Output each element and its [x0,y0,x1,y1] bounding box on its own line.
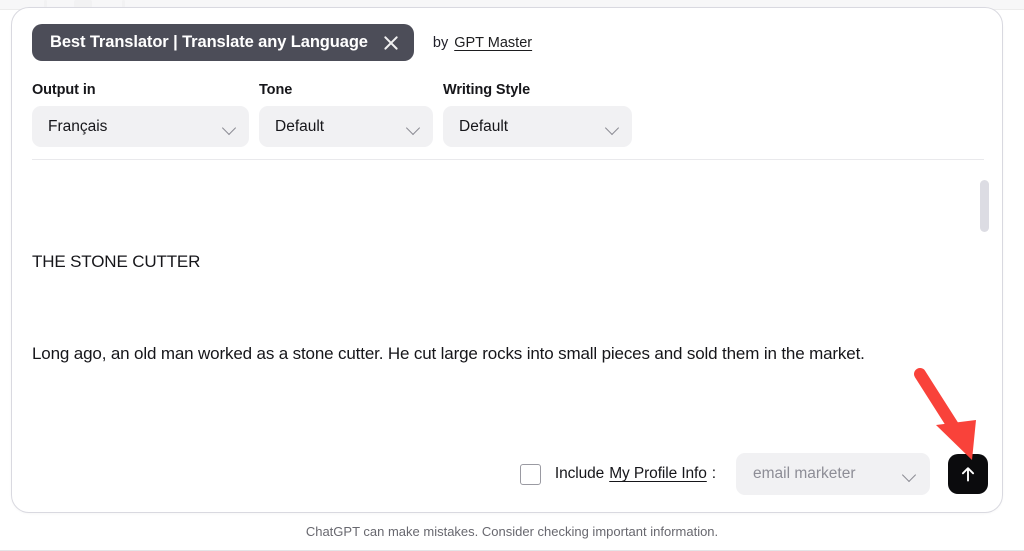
profile-role-value: email marketer [753,465,856,482]
close-icon[interactable] [382,34,400,52]
gpt-author: by GPT Master [433,35,532,51]
arrow-up-icon [961,467,975,482]
panel-divider [32,159,984,160]
chevron-down-icon [902,470,916,478]
author-link[interactable]: GPT Master [454,35,532,51]
gpt-header: Best Translator | Translate any Language… [32,24,532,61]
textarea-scrollbar[interactable] [980,180,990,440]
send-button[interactable] [948,454,988,494]
writing-style-label: Writing Style [443,82,531,98]
active-gpt-name: Best Translator | Translate any Language [50,33,368,51]
options-row: Output in Français Tone Default Writing … [32,82,632,147]
composer-bottom-bar: Include My Profile Info : email marketer [32,448,988,500]
composer-panel: Best Translator | Translate any Language… [11,7,1003,513]
chevron-down-icon [605,123,619,131]
output-language-value: Français [48,117,108,135]
tone-select[interactable]: Default [259,106,433,147]
prompt-paragraph-1: Long ago, an old man worked as a stone c… [32,343,865,363]
include-profile-checkbox[interactable] [519,463,541,485]
disclaimer-note: ChatGPT can make mistakes. Consider chec… [305,524,719,539]
output-language-select[interactable]: Français [32,106,249,147]
colon-label: : [711,465,716,482]
chevron-down-icon [406,123,420,131]
active-gpt-chip[interactable]: Best Translator | Translate any Language [32,24,414,61]
tone-label: Tone [259,82,293,98]
profile-role-select[interactable]: email marketer [736,453,930,495]
output-language-group: Output in Français [32,82,249,147]
writing-style-group: Writing Style Default [443,82,632,147]
include-profile-label: Include My Profile Info : [555,465,716,483]
output-language-label: Output in [32,82,96,98]
include-label: Include [554,465,605,482]
writing-style-value: Default [459,117,509,135]
writing-style-select[interactable]: Default [443,106,632,147]
chevron-down-icon [222,123,236,131]
scrollbar-thumb[interactable] [980,180,989,232]
by-label: by [432,34,449,51]
my-profile-info-link[interactable]: My Profile Info [609,465,707,483]
prompt-title-line: THE STONE CUTTER [32,252,201,271]
tone-group: Tone Default [259,82,433,147]
tone-value: Default [275,117,325,135]
